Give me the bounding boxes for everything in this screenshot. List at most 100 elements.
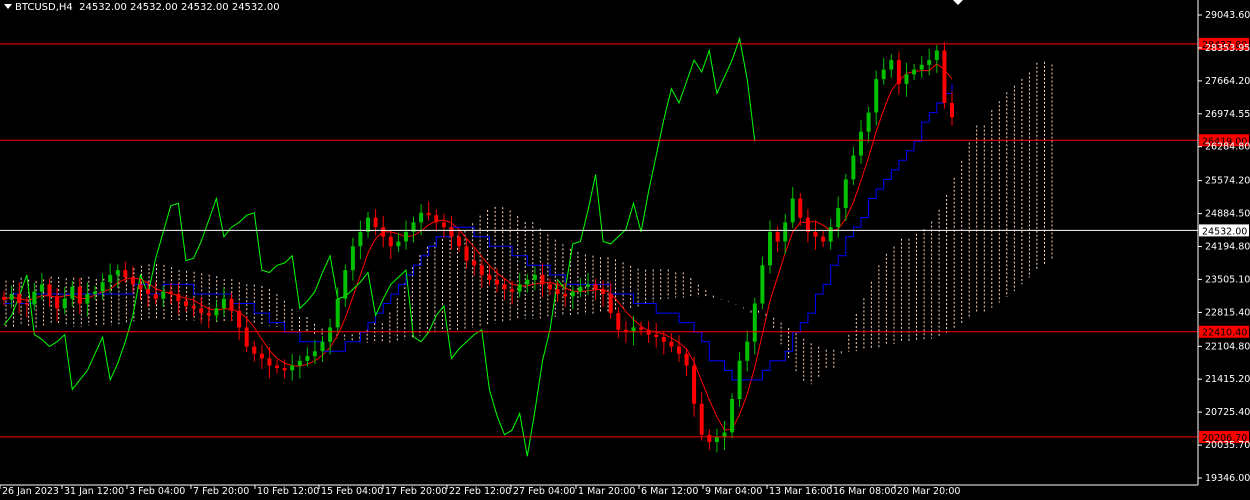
candle-body xyxy=(859,131,863,156)
x-tick-label: 9 Mar 04:00 xyxy=(705,486,762,497)
candle-body xyxy=(62,298,67,309)
candle-body xyxy=(525,279,530,285)
y-tick-label: 22815.40 xyxy=(1205,307,1250,318)
x-tick-label: 22 Feb 12:00 xyxy=(449,486,511,497)
y-tick-label: 20725.40 xyxy=(1205,407,1250,418)
x-tick-label: 16 Mar 08:00 xyxy=(833,486,896,497)
candle-body xyxy=(881,69,886,80)
candle-body xyxy=(912,69,917,75)
x-tick-label: 1 Mar 20:00 xyxy=(578,486,635,497)
candle-body xyxy=(464,246,469,261)
candle-body xyxy=(214,308,219,316)
y-tick-label: 21415.20 xyxy=(1205,374,1250,385)
candle-body xyxy=(479,265,484,275)
candle-body xyxy=(55,296,60,309)
candle-body xyxy=(714,437,719,442)
y-tick-label: 24884.50 xyxy=(1205,209,1250,220)
candle-body xyxy=(206,313,211,316)
candle-body xyxy=(404,231,408,242)
candle-body xyxy=(934,50,939,60)
candle-body xyxy=(684,353,689,366)
candle-body xyxy=(434,215,439,223)
dropdown-triangle-icon[interactable] xyxy=(4,4,12,9)
candle-body xyxy=(237,310,242,328)
candle-body xyxy=(312,351,317,357)
candle-body xyxy=(843,179,848,208)
candle-body xyxy=(601,289,606,294)
candle-body xyxy=(85,294,90,304)
tenkan-line xyxy=(3,63,953,431)
candle-body xyxy=(123,270,128,278)
candle-body xyxy=(608,294,613,314)
candle-body xyxy=(752,303,757,342)
candle-body xyxy=(707,434,712,442)
candle-body xyxy=(191,305,196,309)
candle-body xyxy=(153,294,158,299)
candle-body xyxy=(305,356,310,361)
candle-body xyxy=(77,286,82,304)
candle-body xyxy=(343,270,348,299)
candle-body xyxy=(768,231,772,266)
candle-body xyxy=(161,291,166,299)
candle-body xyxy=(93,291,97,294)
candle-body xyxy=(737,360,742,399)
candle-body xyxy=(540,274,545,285)
x-tick-label: 31 Jan 12:00 xyxy=(64,486,124,497)
candle-body xyxy=(320,341,325,352)
candle-body xyxy=(950,103,954,118)
candle-body xyxy=(639,327,644,330)
y-tick-label: 24194.80 xyxy=(1205,242,1250,253)
candle-body xyxy=(244,327,249,347)
candle-body xyxy=(578,286,583,292)
candle-body xyxy=(267,358,272,366)
x-tick-label: 17 Feb 20:00 xyxy=(385,486,447,497)
x-tick-label: 6 Mar 12:00 xyxy=(641,486,698,497)
x-tick-label: 27 Feb 04:00 xyxy=(513,486,575,497)
current-price-label: 24532.00 xyxy=(1202,226,1247,237)
ichimoku-cloud xyxy=(5,61,1053,385)
candle-body xyxy=(32,291,37,305)
candle-body xyxy=(555,289,560,294)
candle-body xyxy=(17,294,22,304)
candle-body xyxy=(449,227,454,237)
candle-body xyxy=(919,64,924,70)
candle-body xyxy=(24,303,29,305)
candle-body xyxy=(836,208,841,228)
candle-body xyxy=(783,222,788,242)
candle-body xyxy=(692,365,697,404)
candle-body xyxy=(138,284,143,290)
candle-body xyxy=(381,227,386,237)
candle-body xyxy=(335,298,340,328)
candle-body xyxy=(942,50,947,103)
candle-body xyxy=(760,265,765,304)
candle-body xyxy=(510,289,515,292)
candle-body xyxy=(654,334,659,337)
candle-body xyxy=(669,341,674,347)
candle-body xyxy=(115,270,120,275)
candle-body xyxy=(2,296,6,300)
candle-body xyxy=(199,308,204,314)
candle-body xyxy=(593,284,598,290)
candle-body xyxy=(252,346,257,354)
x-tick-label: 10 Feb 12:00 xyxy=(257,486,319,497)
candle-body xyxy=(100,282,105,292)
candle-body xyxy=(532,274,537,280)
x-tick-label: 20 Mar 20:00 xyxy=(897,486,960,497)
candle-body xyxy=(821,236,826,242)
candles xyxy=(2,41,954,453)
candle-body xyxy=(677,346,681,354)
candle-body xyxy=(229,298,234,311)
candle-body xyxy=(805,217,810,232)
candle-body xyxy=(221,298,226,309)
chart-window[interactable]: 28437.80 26419.00 22410.40 20206.70 24532.00… xyxy=(0,0,1250,500)
price-chart[interactable]: 28437.8026419.0022410.4020206.7024532.00… xyxy=(0,0,1250,500)
x-tick-label: 3 Feb 04:00 xyxy=(129,486,185,497)
candle-body xyxy=(108,274,113,283)
horizontal-levels[interactable]: 28437.8026419.0022410.4020206.7024532.00 xyxy=(0,37,1249,444)
candle-body xyxy=(290,365,295,371)
y-tick-label: 27664.20 xyxy=(1205,76,1250,87)
candle-body xyxy=(328,327,333,342)
y-tick-label: 20035.70 xyxy=(1205,440,1250,451)
candle-body xyxy=(616,313,621,330)
candle-body xyxy=(502,284,507,290)
